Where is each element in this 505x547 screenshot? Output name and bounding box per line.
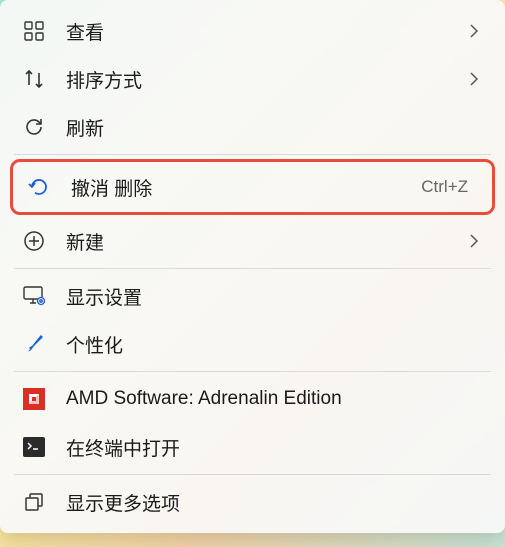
menu-divider bbox=[14, 268, 491, 269]
menu-item-new[interactable]: 新建 bbox=[8, 218, 497, 264]
menu-divider bbox=[14, 371, 491, 372]
desktop-context-menu: 查看 排序方式 刷新 bbox=[0, 0, 505, 533]
brush-icon bbox=[22, 332, 46, 356]
menu-item-label: 个性化 bbox=[66, 331, 481, 358]
menu-item-view[interactable]: 查看 bbox=[8, 8, 497, 54]
menu-item-open-terminal[interactable]: 在终端中打开 bbox=[8, 424, 497, 470]
chevron-right-icon bbox=[467, 72, 481, 86]
refresh-icon bbox=[22, 115, 46, 139]
sort-icon bbox=[22, 67, 46, 91]
menu-item-label: 显示设置 bbox=[66, 283, 481, 310]
menu-item-more-options[interactable]: 显示更多选项 bbox=[8, 479, 497, 525]
menu-item-sort[interactable]: 排序方式 bbox=[8, 56, 497, 102]
menu-item-label: 查看 bbox=[66, 18, 467, 45]
grid-icon bbox=[22, 19, 46, 43]
menu-item-display-settings[interactable]: 显示设置 bbox=[8, 273, 497, 319]
menu-divider bbox=[14, 474, 491, 475]
menu-item-label: 撤消 删除 bbox=[71, 174, 421, 201]
menu-item-amd-software[interactable]: AMD Software: Adrenalin Edition bbox=[8, 376, 497, 422]
menu-item-label: 新建 bbox=[66, 228, 467, 255]
menu-item-label: 显示更多选项 bbox=[66, 489, 481, 516]
terminal-icon bbox=[22, 435, 46, 459]
menu-divider bbox=[14, 154, 491, 155]
undo-icon bbox=[27, 175, 51, 199]
menu-item-label: 排序方式 bbox=[66, 66, 467, 93]
display-gear-icon bbox=[22, 284, 46, 308]
more-options-icon bbox=[22, 490, 46, 514]
menu-item-shortcut: Ctrl+Z bbox=[421, 177, 468, 197]
menu-item-personalize[interactable]: 个性化 bbox=[8, 321, 497, 367]
menu-item-refresh[interactable]: 刷新 bbox=[8, 104, 497, 150]
menu-item-label: 在终端中打开 bbox=[66, 434, 481, 461]
amd-icon bbox=[22, 387, 46, 411]
menu-item-label: 刷新 bbox=[66, 114, 481, 141]
chevron-right-icon bbox=[467, 234, 481, 248]
menu-item-undo-delete[interactable]: 撤消 删除 Ctrl+Z bbox=[10, 159, 495, 215]
chevron-right-icon bbox=[467, 24, 481, 38]
menu-item-label: AMD Software: Adrenalin Edition bbox=[66, 388, 481, 410]
plus-circle-icon bbox=[22, 229, 46, 253]
